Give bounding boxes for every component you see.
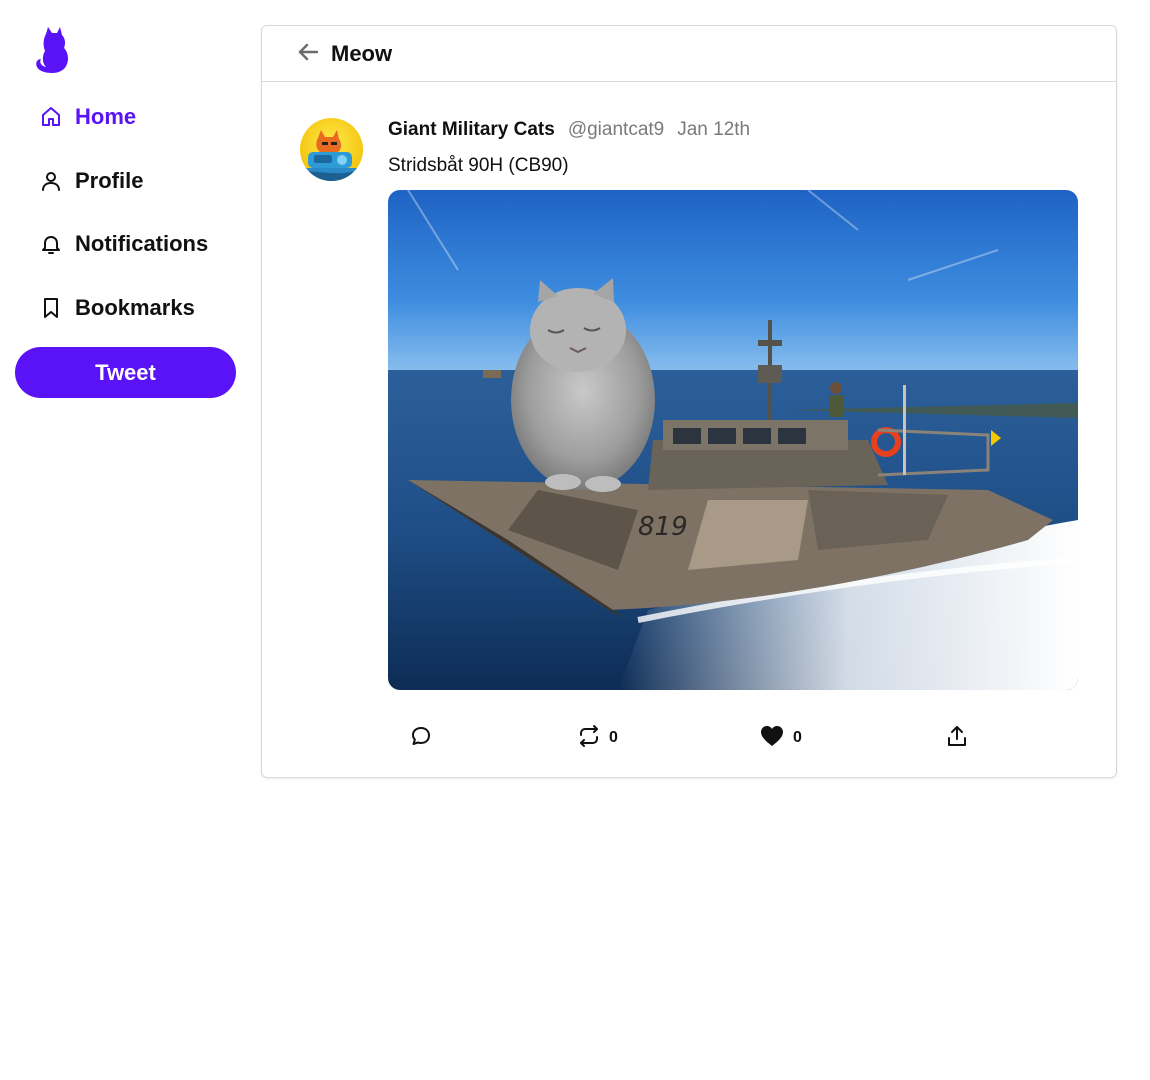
like-count: 0: [793, 729, 802, 746]
nav-profile[interactable]: Profile: [38, 161, 143, 201]
share-icon: [945, 724, 969, 753]
like-button[interactable]: 0: [759, 720, 802, 756]
nav-bookmarks-label: Bookmarks: [75, 295, 195, 320]
nav-home[interactable]: Home: [38, 97, 136, 137]
nav-home-label: Home: [75, 104, 137, 129]
retweet-count: 0: [609, 729, 618, 746]
share-button[interactable]: [945, 720, 969, 756]
back-arrow-icon[interactable]: [294, 38, 322, 66]
nav-profile-label: Profile: [75, 168, 144, 193]
reply-button[interactable]: [409, 720, 433, 756]
tweet-button[interactable]: Tweet: [15, 347, 236, 398]
panel-header: Meow: [262, 26, 1116, 82]
tweet-text: Stridsbåt 90H (CB90): [388, 155, 569, 176]
reply-icon: [409, 724, 433, 753]
bell-icon: [38, 231, 64, 257]
bookmark-icon: [38, 295, 64, 321]
tweet-image[interactable]: 819: [388, 190, 1078, 690]
retweet-icon: [577, 724, 601, 753]
tweet-meta: Giant Military Cats @giantcat9 Jan 12th: [388, 119, 750, 141]
cat-logo-icon[interactable]: [34, 26, 70, 74]
page-title: Meow: [331, 40, 393, 66]
nav-notifications[interactable]: Notifications: [38, 224, 208, 264]
home-icon: [38, 104, 64, 130]
user-icon: [38, 168, 64, 194]
retweet-button[interactable]: 0: [577, 720, 618, 756]
tweet-actions: 0 0: [262, 720, 1116, 756]
nav-notifications-label: Notifications: [75, 231, 209, 256]
author-name[interactable]: Giant Military Cats: [388, 119, 555, 141]
avatar[interactable]: [300, 118, 363, 181]
tweet-date: Jan 12th: [677, 119, 751, 140]
svg-text:819: 819: [638, 512, 688, 542]
heart-icon: [759, 724, 785, 753]
nav-bookmarks[interactable]: Bookmarks: [38, 288, 195, 328]
tweet-detail-panel: Meow Giant Military Cats @giantcat9 Jan …: [261, 25, 1117, 778]
author-handle[interactable]: @giantcat9: [568, 119, 664, 141]
